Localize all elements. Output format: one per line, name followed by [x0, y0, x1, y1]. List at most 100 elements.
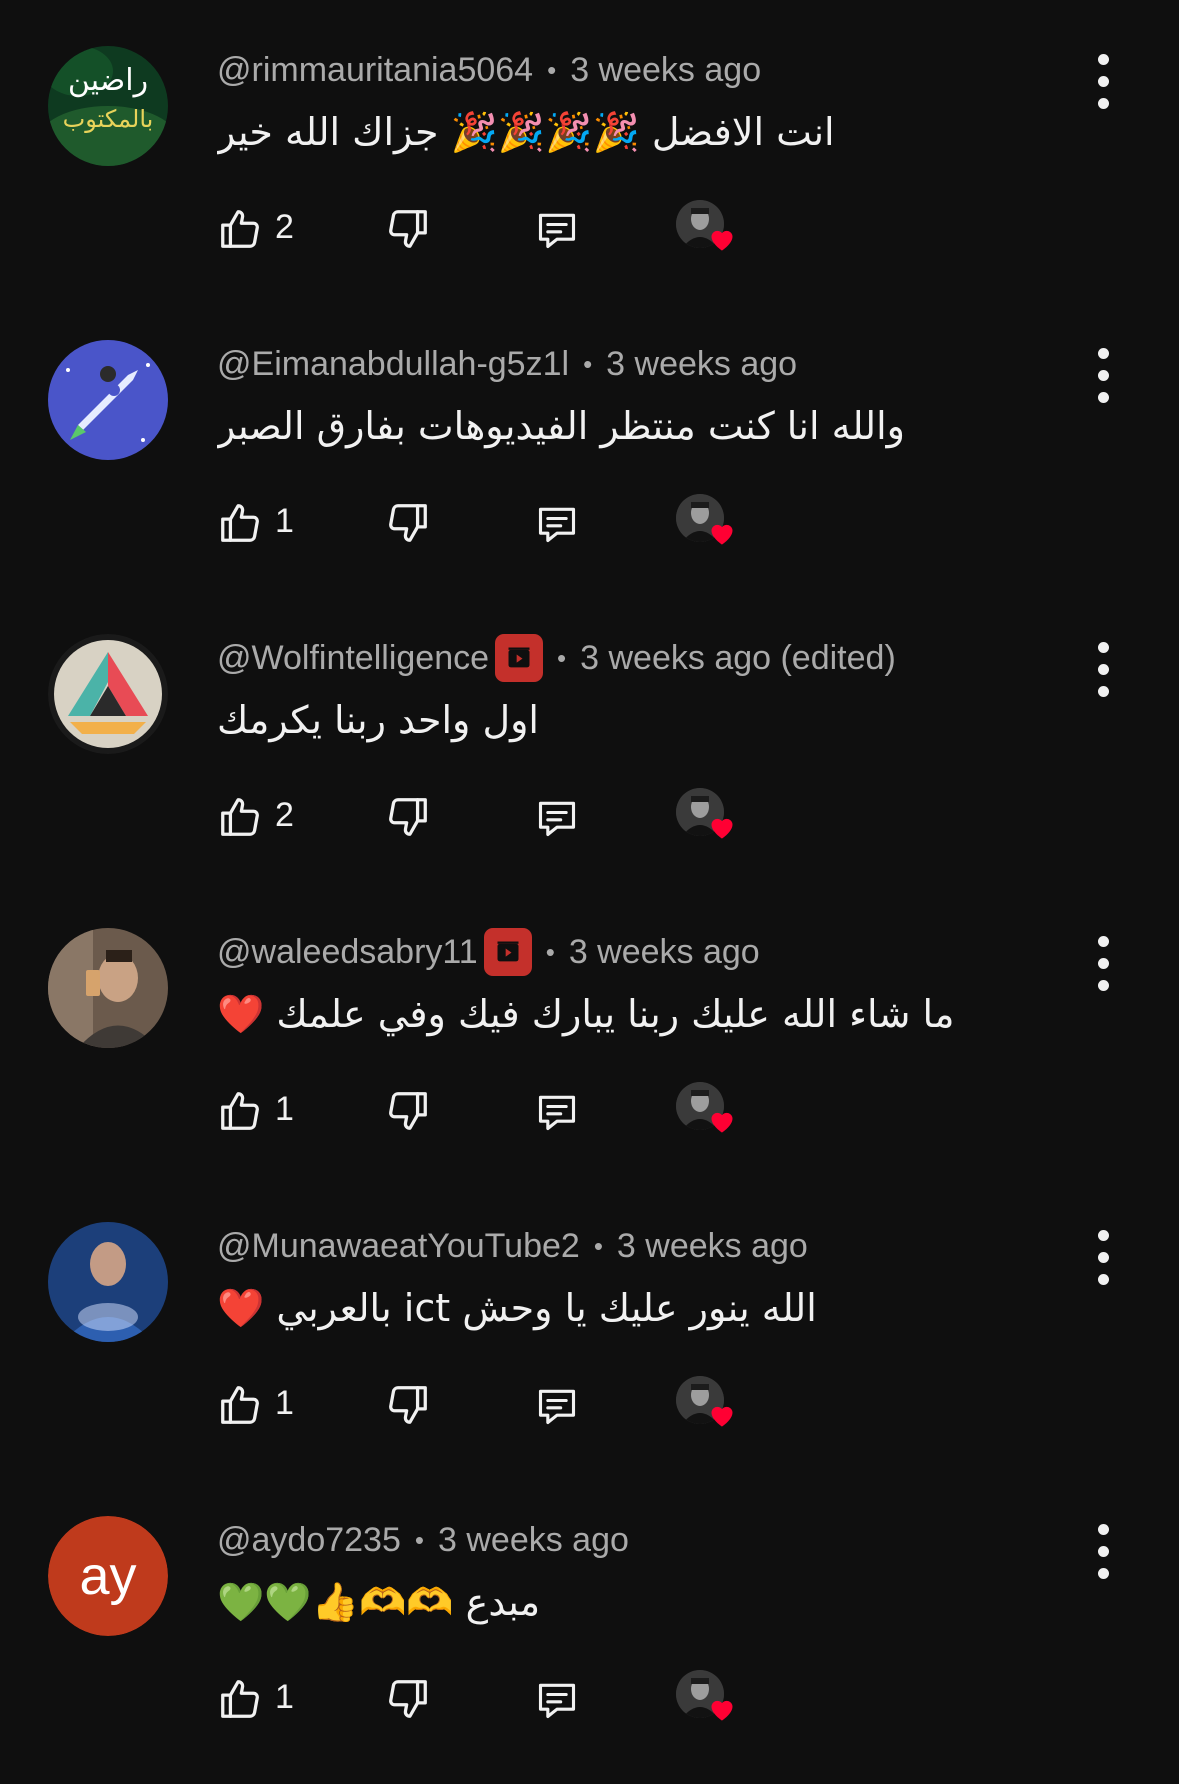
creator-heart-icon	[676, 494, 740, 554]
more-vert-icon[interactable]	[1092, 1524, 1116, 1580]
comment-meta: @waleedsabry11 • 3 weeks ago	[217, 928, 760, 976]
like-count: 1	[275, 1090, 294, 1128]
more-vert-icon[interactable]	[1092, 348, 1116, 404]
creator-heart-icon	[676, 1082, 740, 1142]
thumbs-down-icon[interactable]	[385, 794, 431, 844]
comment-meta: @MunawaeatYouTube2 • 3 weeks ago	[217, 1222, 808, 1270]
commenter-handle[interactable]: @rimmauritania5064	[217, 51, 533, 90]
comment-text: مبدع 🫶🫶👍💚💚	[217, 1574, 1017, 1630]
comment-item: راضين بالمكتوب @rimmauritania5064 • 3 we…	[0, 20, 1179, 314]
comment-timestamp[interactable]: 3 weeks ago	[438, 1521, 629, 1560]
commenter-avatar[interactable]	[48, 634, 168, 754]
comment-timestamp[interactable]: 3 weeks ago (edited)	[580, 639, 896, 678]
comment-text: اول واحد ربنا يكرمك	[217, 692, 1017, 748]
heart-icon	[708, 520, 736, 550]
thumbs-down-icon[interactable]	[385, 1382, 431, 1432]
meta-separator: •	[547, 54, 557, 85]
comment-timestamp[interactable]: 3 weeks ago	[606, 345, 797, 384]
heart-icon	[708, 1696, 736, 1726]
like-count: 2	[275, 208, 294, 246]
meta-separator: •	[593, 1230, 603, 1261]
like-count: 1	[275, 1678, 294, 1716]
reply-icon[interactable]	[534, 796, 580, 844]
heart-icon	[708, 1402, 736, 1432]
commenter-handle[interactable]: @aydo7235	[217, 1521, 401, 1560]
avatar-text-line2: بالمكتوب	[62, 105, 154, 133]
comment-text-content: والله انا كنت منتظر الفيديوهات بفارق الص…	[217, 404, 906, 448]
comment-text: الله ينور عليك يا وحش ict بالعربي ❤️	[217, 1280, 1017, 1336]
comment-actions: 2	[0, 200, 1179, 260]
comment-timestamp[interactable]: 3 weeks ago	[570, 51, 761, 90]
heart-icon	[708, 226, 736, 256]
comment-list: راضين بالمكتوب @rimmauritania5064 • 3 we…	[0, 0, 1179, 1740]
comment-actions: 1	[0, 1082, 1179, 1142]
creator-heart-icon	[676, 1376, 740, 1436]
creator-heart-icon	[676, 200, 740, 260]
comment-actions: 1	[0, 1670, 1179, 1730]
channel-member-badge-icon	[495, 634, 544, 682]
avatar-text: راضين بالمكتوب	[48, 62, 168, 138]
comment-actions: 1	[0, 494, 1179, 554]
commenter-avatar[interactable]	[48, 1222, 168, 1342]
commenter-avatar[interactable]	[48, 928, 168, 1048]
heart-icon	[708, 1108, 736, 1138]
thumbs-up-icon[interactable]	[217, 1088, 263, 1138]
thumbs-down-icon[interactable]	[385, 1676, 431, 1726]
thumbs-up-icon[interactable]	[217, 500, 263, 550]
comment-meta: @rimmauritania5064 • 3 weeks ago	[217, 46, 761, 94]
thumbs-up-icon[interactable]	[217, 794, 263, 844]
reply-icon[interactable]	[534, 502, 580, 550]
comment-timestamp[interactable]: 3 weeks ago	[617, 1227, 808, 1266]
comment-meta: @aydo7235 • 3 weeks ago	[217, 1516, 629, 1564]
meta-separator: •	[414, 1524, 424, 1555]
reply-icon[interactable]	[534, 1384, 580, 1432]
avatar-initials: ay	[79, 1546, 137, 1606]
comment-text-content: ما شاء الله عليك ربنا يبارك فيك وفي علمك…	[217, 991, 955, 1036]
commenter-handle[interactable]: @MunawaeatYouTube2	[217, 1227, 580, 1266]
thumbs-up-icon[interactable]	[217, 206, 263, 256]
creator-heart-icon	[676, 1670, 740, 1730]
meta-separator: •	[557, 642, 567, 673]
commenter-avatar[interactable]	[48, 340, 168, 460]
reply-icon[interactable]	[534, 1090, 580, 1138]
comment-text-content: اول واحد ربنا يكرمك	[217, 698, 539, 742]
comment-text: والله انا كنت منتظر الفيديوهات بفارق الص…	[217, 398, 1017, 454]
commenter-avatar[interactable]: راضين بالمكتوب	[48, 46, 168, 166]
like-count: 1	[275, 1384, 294, 1422]
creator-heart-icon	[676, 788, 740, 848]
comment-text: ما شاء الله عليك ربنا يبارك فيك وفي علمك…	[217, 986, 1017, 1042]
commenter-avatar[interactable]: ay	[48, 1516, 168, 1636]
reply-icon[interactable]	[534, 1678, 580, 1726]
more-vert-icon[interactable]	[1092, 936, 1116, 992]
commenter-handle[interactable]: @Wolfintelligence	[217, 639, 489, 678]
thumbs-down-icon[interactable]	[385, 1088, 431, 1138]
comment-text-content: الله ينور عليك يا وحش ict بالعربي ❤️	[217, 1285, 817, 1330]
meta-separator: •	[545, 936, 555, 967]
comment-item: @Wolfintelligence • 3 weeks ago (edited)…	[0, 608, 1179, 902]
comment-text: انت الافضل 🎉🎉🎉🎉 جزاك الله خير	[217, 104, 1017, 160]
comment-text-content: مبدع 🫶🫶👍💚💚	[217, 1579, 541, 1624]
comment-item: @Eimanabdullah-g5z1l • 3 weeks ago والله…	[0, 314, 1179, 608]
commenter-handle[interactable]: @Eimanabdullah-g5z1l	[217, 345, 569, 384]
more-vert-icon[interactable]	[1092, 1230, 1116, 1286]
comment-actions: 1	[0, 1376, 1179, 1436]
thumbs-down-icon[interactable]	[385, 206, 431, 256]
comment-meta: @Eimanabdullah-g5z1l • 3 weeks ago	[217, 340, 797, 388]
comment-actions: 2	[0, 788, 1179, 848]
commenter-handle[interactable]: @waleedsabry11	[217, 933, 478, 972]
meta-separator: •	[583, 348, 593, 379]
more-vert-icon[interactable]	[1092, 642, 1116, 698]
comment-item: @waleedsabry11 • 3 weeks ago ما شاء الله…	[0, 902, 1179, 1196]
comment-meta: @Wolfintelligence • 3 weeks ago (edited)	[217, 634, 896, 682]
thumbs-down-icon[interactable]	[385, 500, 431, 550]
comment-timestamp[interactable]: 3 weeks ago	[569, 933, 760, 972]
thumbs-up-icon[interactable]	[217, 1382, 263, 1432]
like-count: 2	[275, 796, 294, 834]
more-vert-icon[interactable]	[1092, 54, 1116, 110]
reply-icon[interactable]	[534, 208, 580, 256]
channel-member-badge-icon	[483, 928, 532, 976]
thumbs-up-icon[interactable]	[217, 1676, 263, 1726]
comment-item: @MunawaeatYouTube2 • 3 weeks ago الله ين…	[0, 1196, 1179, 1490]
like-count: 1	[275, 502, 294, 540]
avatar-text-line1: راضين	[67, 63, 149, 98]
